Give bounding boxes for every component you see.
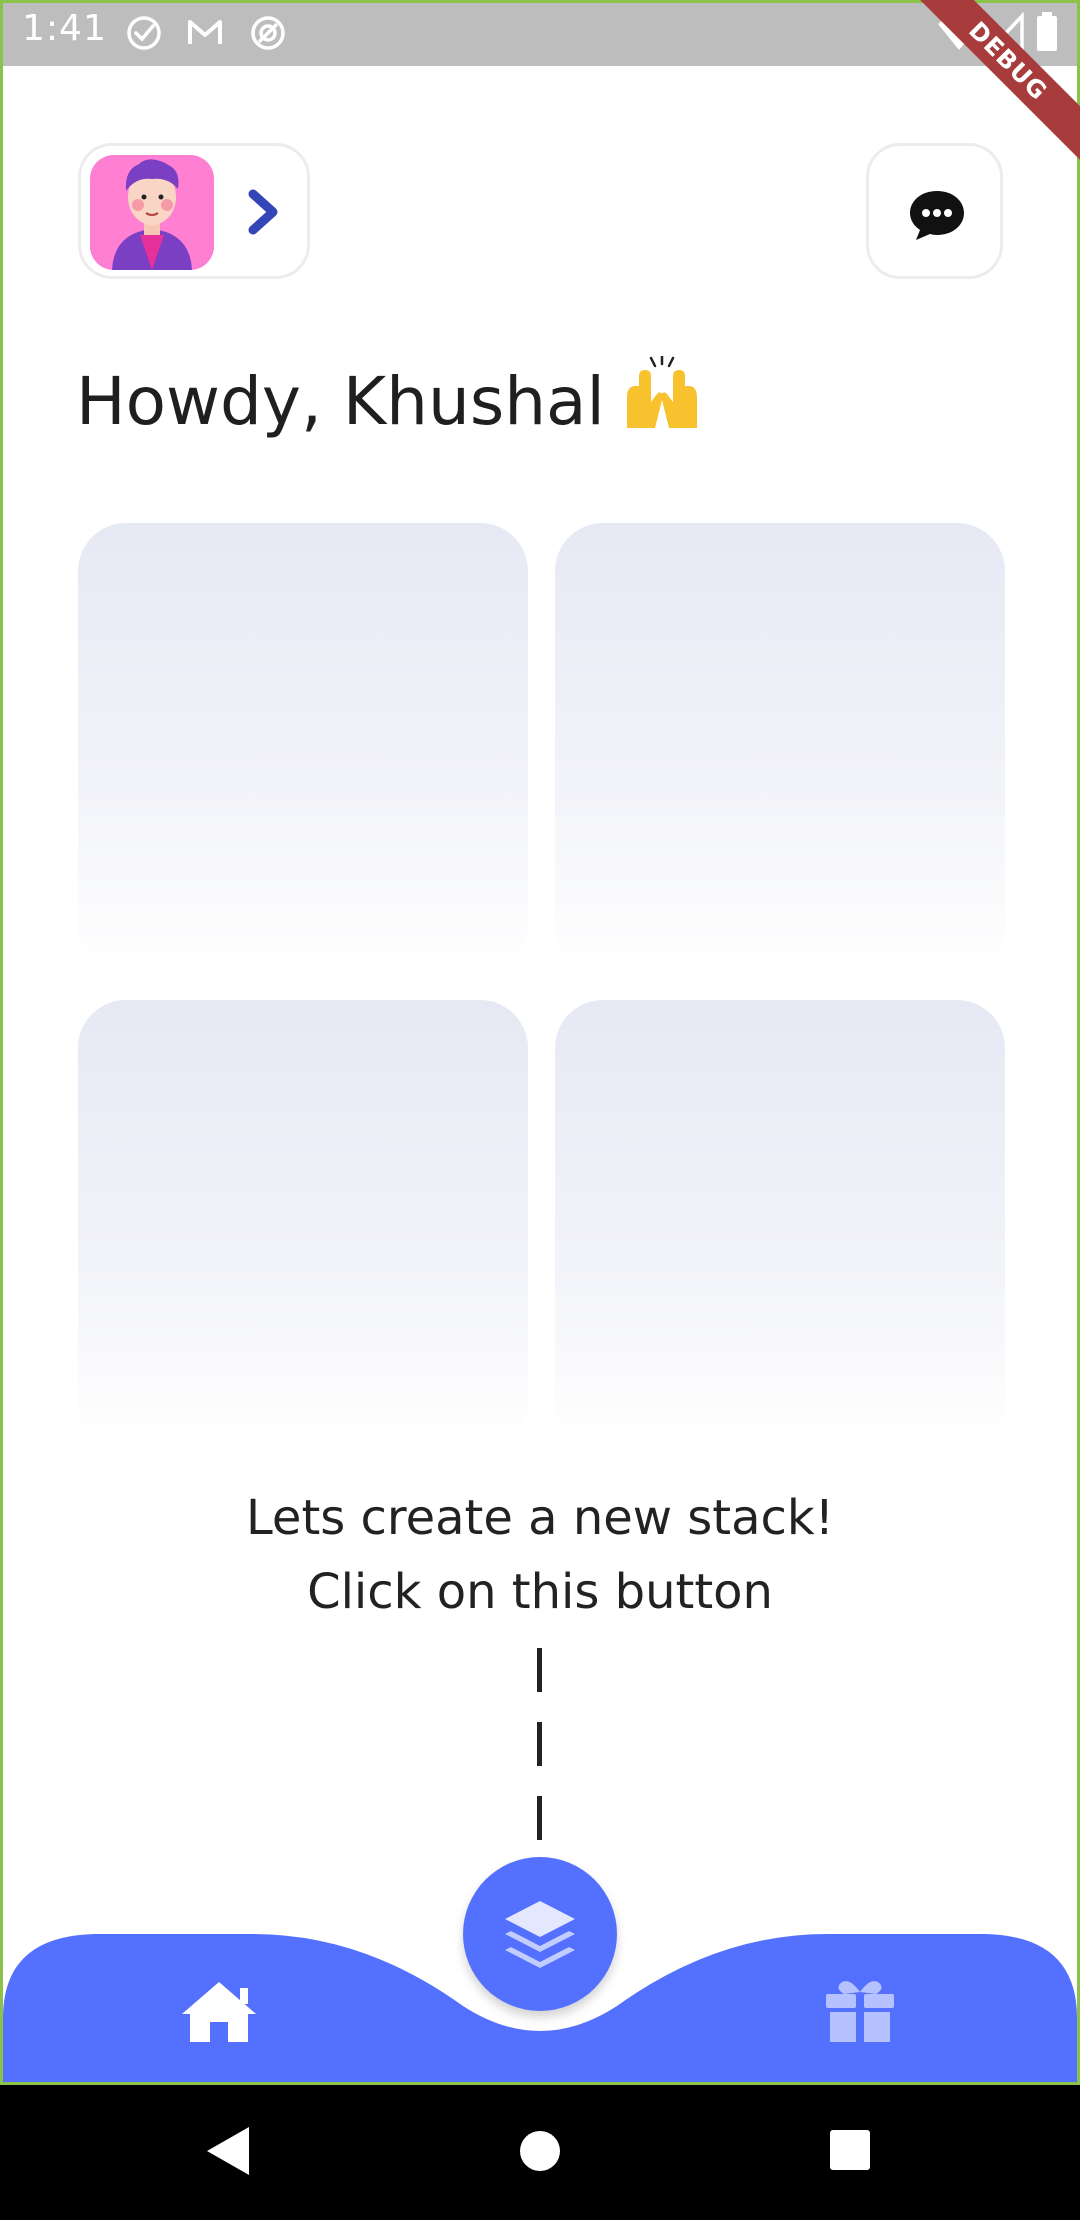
empty-state-title: Lets create a new stack! — [246, 1490, 834, 1546]
pointer-dash — [537, 1648, 542, 1692]
status-time: 1:41 — [22, 8, 107, 49]
chat-button[interactable] — [866, 143, 1003, 279]
pointer-dash — [537, 1722, 542, 1766]
greeting-text: Howdy, Khushal — [76, 363, 605, 440]
chat-bubble-icon — [910, 191, 964, 240]
avatar-illustration — [90, 155, 214, 270]
empty-state-hint: Click on this button — [307, 1564, 773, 1620]
system-navigation-bar — [0, 2085, 1080, 2220]
raising-hands-emoji — [621, 354, 703, 448]
home-circle-icon[interactable] — [518, 2129, 562, 2173]
stack-card-placeholder — [555, 523, 1005, 973]
avatar — [90, 155, 214, 270]
profile-button[interactable] — [78, 143, 310, 279]
layers-icon — [505, 1901, 575, 1968]
stack-card-placeholder — [555, 1000, 1005, 1450]
gift-icon[interactable] — [824, 1978, 896, 2044]
battery-icon — [1037, 12, 1057, 51]
stack-card-placeholder — [78, 1000, 528, 1450]
back-icon[interactable] — [205, 2125, 251, 2177]
recents-icon[interactable] — [829, 2129, 871, 2171]
app-screen: 1:41 DEBUG Howdy, Khushal Lets create a … — [0, 0, 1080, 2220]
gmail-icon — [188, 20, 222, 44]
stack-card-placeholder — [78, 523, 528, 973]
check-circle-icon — [127, 16, 161, 50]
greeting-heading: Howdy, Khushal — [76, 354, 703, 448]
chevron-right-icon — [248, 189, 278, 235]
status-bar: 1:41 — [0, 0, 1080, 66]
home-icon[interactable] — [178, 1978, 260, 2046]
data-saver-icon — [251, 16, 285, 50]
create-stack-button[interactable] — [463, 1857, 617, 2011]
pointer-dash — [537, 1796, 542, 1840]
